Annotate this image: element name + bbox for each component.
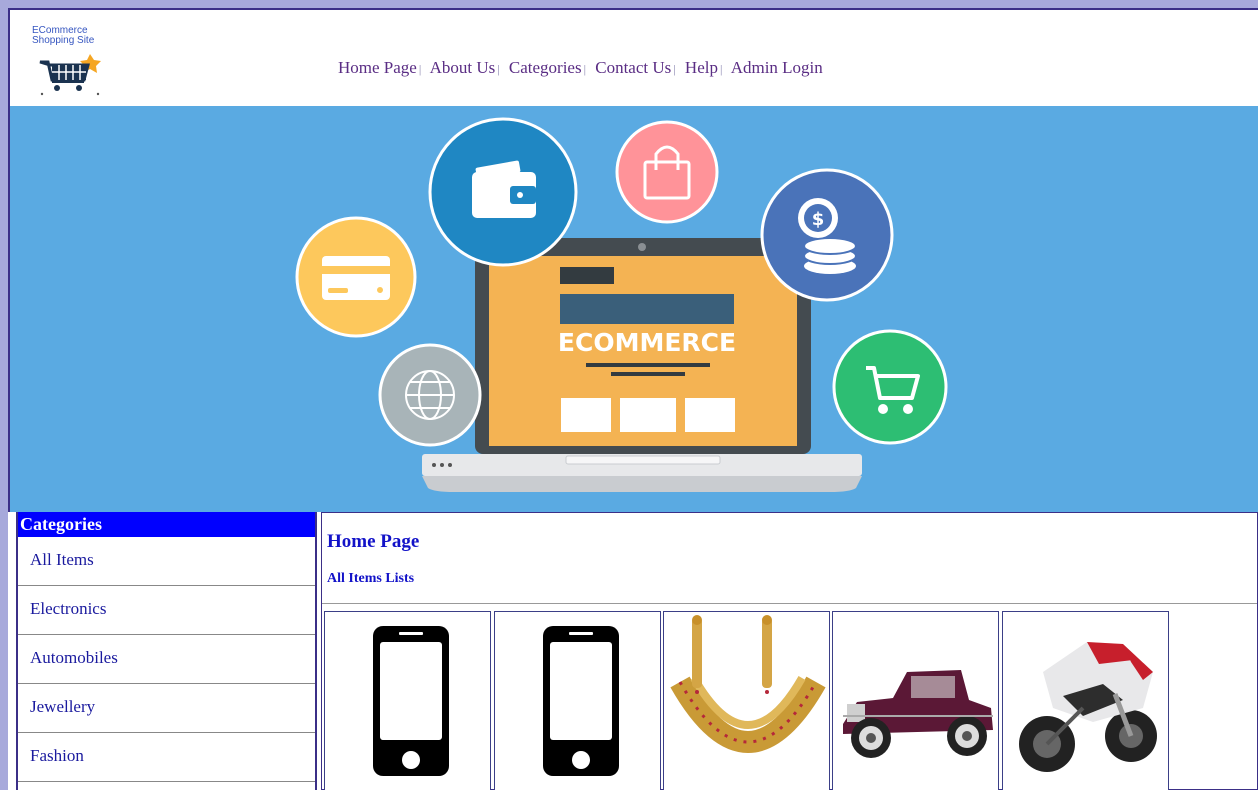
nav-separator: | [418, 62, 422, 76]
motorbike-image [1019, 642, 1157, 772]
nav-separator: | [673, 62, 676, 76]
nav-home-page[interactable]: Home Page [338, 58, 417, 77]
shopping-cart-icon [832, 329, 948, 445]
category-automobiles[interactable]: Automobiles [18, 635, 315, 684]
svg-text:$: $ [812, 209, 825, 230]
product-card[interactable] [663, 611, 830, 790]
shopping-bag-icon [615, 120, 719, 224]
product-card[interactable] [1002, 611, 1169, 790]
category-fashion[interactable]: Fashion [18, 733, 315, 782]
sidebar-title: Categories [18, 512, 315, 537]
nav-contact-us[interactable]: Contact Us [595, 58, 671, 77]
laptop-screen-text: ECOMMERCE [558, 328, 736, 357]
product-card[interactable] [494, 611, 661, 790]
category-all-items[interactable]: All Items [18, 537, 315, 586]
nav-separator: | [719, 62, 723, 76]
credit-card-icon [295, 216, 417, 338]
page-subtitle: All Items Lists [327, 571, 415, 586]
nav-separator: | [497, 62, 500, 76]
nav-about-us[interactable]: About Us [430, 58, 496, 77]
nav-categories[interactable]: Categories [509, 58, 582, 77]
main-nav: Home Page | About Us | Categories | Contact… [338, 58, 823, 78]
coins-icon: $ [760, 168, 894, 302]
smartphone-icon [373, 626, 449, 776]
page-title: Home Page [327, 531, 420, 552]
globe-icon [378, 343, 482, 447]
categories-sidebar: Categories All Items Electronics Automob… [16, 512, 317, 790]
nav-admin-login[interactable]: Admin Login [731, 58, 823, 77]
category-electronics[interactable]: Electronics [18, 586, 315, 635]
page-frame: ECommerce Shopping Site Home Page | About… [8, 8, 1258, 790]
hero-banner: ECOMMERCE $ [8, 106, 1258, 512]
shopping-cart-logo-icon [39, 54, 101, 96]
ecommerce-banner-illustration: ECOMMERCE $ [295, 117, 948, 492]
product-card[interactable] [832, 611, 999, 790]
main-content: Home Page All Items Lists [321, 512, 1258, 790]
site-header: ECommerce Shopping Site Home Page | About… [8, 8, 1258, 106]
wallet-icon [428, 117, 578, 267]
vintage-car-image [843, 670, 993, 758]
nav-help[interactable]: Help [685, 58, 718, 77]
site-logo[interactable]: ECommerce Shopping Site [28, 20, 118, 100]
smartphone-icon [543, 626, 619, 776]
divider [322, 603, 1257, 604]
category-jewellery[interactable]: Jewellery [18, 684, 315, 733]
jewellery-necklace-image [670, 615, 826, 753]
product-card[interactable] [324, 611, 491, 790]
nav-separator: | [583, 62, 586, 76]
